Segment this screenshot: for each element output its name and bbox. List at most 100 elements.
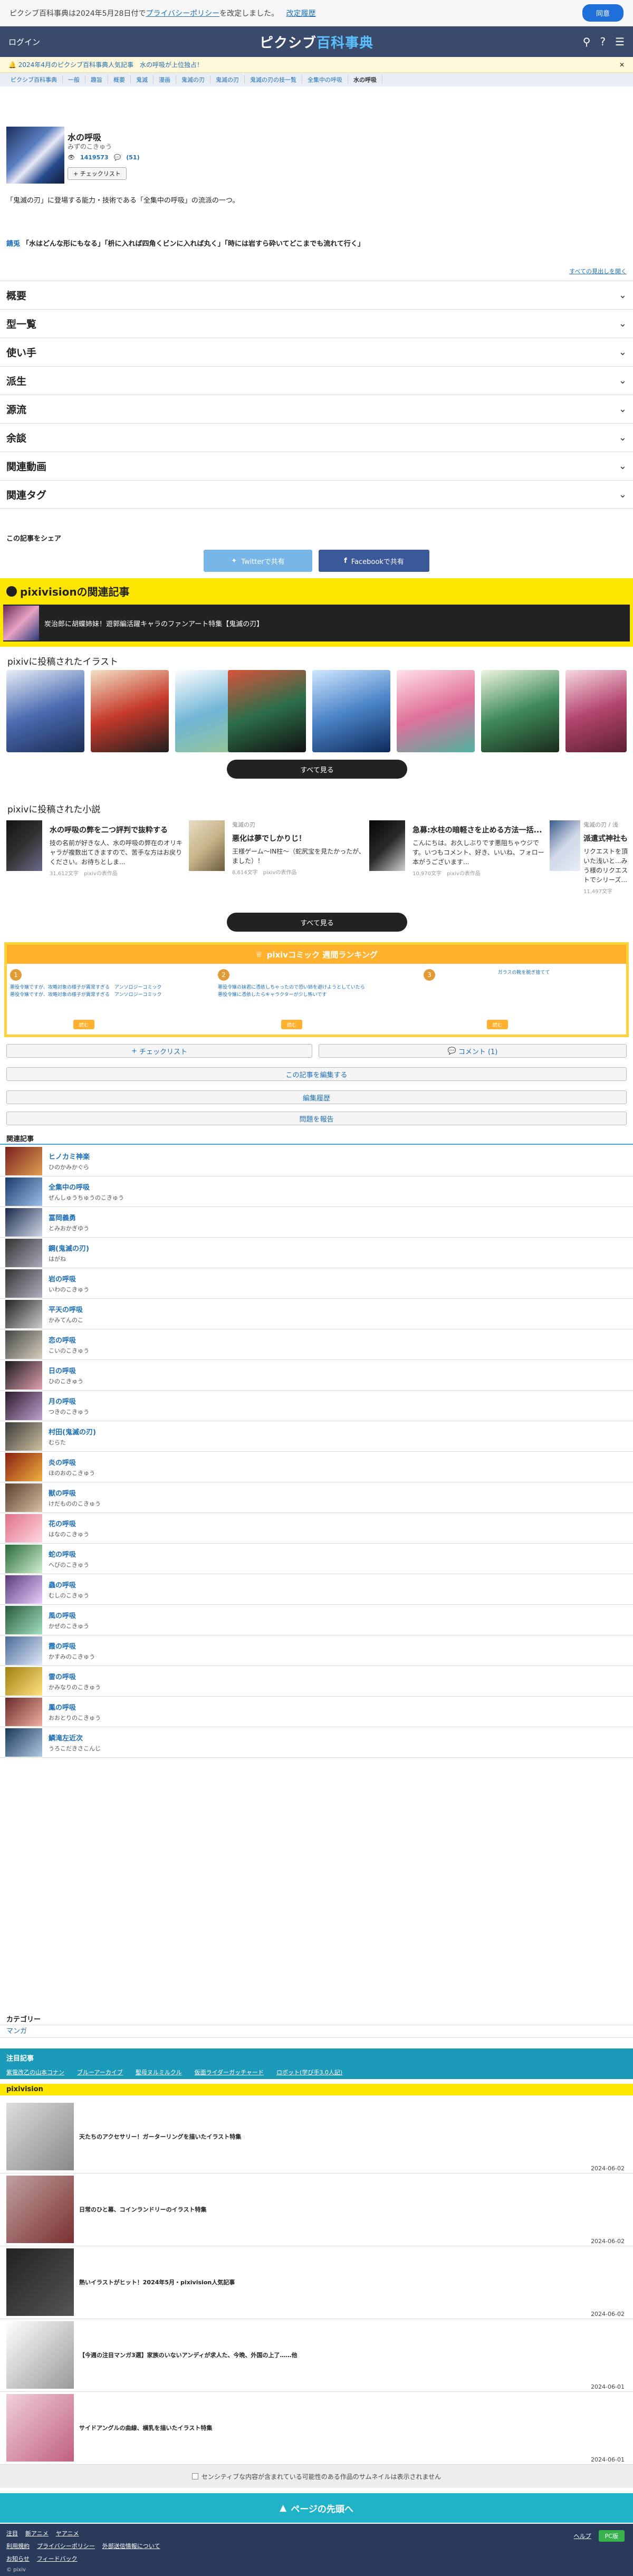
pixivision-title[interactable]: 熱いイラストがヒット！2024年5月・pixivision人気記事 bbox=[79, 2278, 235, 2286]
related-title[interactable]: 蟲の呼吸 bbox=[49, 1579, 89, 1589]
section-trivia[interactable]: 余談 ⌄ bbox=[0, 423, 633, 452]
related-item[interactable]: 霞の呼吸 かすみのこきゅう bbox=[0, 1635, 633, 1666]
illustration-thumb[interactable] bbox=[91, 670, 169, 752]
section-tags[interactable]: 関連タグ ⌄ bbox=[0, 480, 633, 509]
rank-title[interactable]: ガラスの靴を脱ぎ捨てて bbox=[476, 969, 571, 976]
related-title[interactable]: 冨岡義勇 bbox=[49, 1212, 89, 1222]
footer-link[interactable]: 外部送信情報について bbox=[102, 2542, 160, 2550]
pixivision-item[interactable]: 熱いイラストがヒット！2024年5月・pixivision人気記事 2024-06… bbox=[0, 2246, 633, 2319]
related-title[interactable]: 恋の呼吸 bbox=[49, 1335, 89, 1345]
help-link[interactable]: ヘルプ bbox=[574, 2532, 591, 2540]
read-button[interactable]: 読む bbox=[73, 1020, 94, 1029]
quote-speaker-link[interactable]: 錆兎 bbox=[6, 238, 20, 248]
breadcrumb-item[interactable]: 鬼滅の刃 bbox=[176, 75, 210, 84]
related-title[interactable]: 霞の呼吸 bbox=[49, 1641, 95, 1651]
novel-title[interactable]: 水の呼吸の弊を二つ評判で抜粋する bbox=[50, 825, 186, 835]
related-item[interactable]: 冨岡義勇 とみおかぎゆう bbox=[0, 1207, 633, 1238]
illustration-thumb[interactable] bbox=[312, 670, 390, 752]
trend-link[interactable]: 仮面ライダーガッチャード bbox=[195, 2068, 264, 2076]
novels-see-all-button[interactable]: すべて見る bbox=[227, 913, 407, 932]
article-thumbnail[interactable] bbox=[6, 127, 64, 184]
rank-title[interactable]: 悪役令嬢の妹君に憑依しちゃったので恐い姉を避けようとしていたら bbox=[218, 984, 371, 991]
related-title[interactable]: 鳳の呼吸 bbox=[49, 1702, 101, 1712]
related-item[interactable]: 恋の呼吸 こいのこきゅう bbox=[0, 1329, 633, 1360]
illustration-thumb[interactable] bbox=[228, 670, 306, 752]
breadcrumb-item[interactable]: 鬼滅の刃 bbox=[210, 75, 245, 84]
related-title[interactable]: 全集中の呼吸 bbox=[49, 1182, 124, 1192]
related-title[interactable]: 雷の呼吸 bbox=[49, 1671, 101, 1681]
breadcrumb-item[interactable]: 鬼滅の刃の技一覧 bbox=[245, 75, 302, 84]
related-item[interactable]: 雷の呼吸 かみなりのこきゅう bbox=[0, 1666, 633, 1697]
close-icon[interactable]: ✕ bbox=[619, 61, 625, 69]
expand-all-link[interactable]: すべての見出しを開く bbox=[569, 268, 627, 275]
ranking-item[interactable]: 1 悪役令嬢ですが、攻略対象の様子が異常すぎる アンソロジーコミック 悪役令嬢です… bbox=[10, 969, 168, 1032]
related-item[interactable]: 獣の呼吸 けだもののこきゅう bbox=[0, 1482, 633, 1513]
ranking-item[interactable]: 3 ガラスの靴を脱ぎ捨てて 読む bbox=[424, 969, 582, 1032]
novel-title[interactable]: 急募:水柱の暗軽さを止める方法一括... bbox=[413, 825, 549, 835]
menu-icon[interactable]: ☰ bbox=[615, 35, 625, 48]
related-item[interactable]: 風の呼吸 かぜのこきゅう bbox=[0, 1605, 633, 1635]
pixivision-title[interactable]: 天たちのアクセサリー！ガーターリングを描いたイラスト特集 bbox=[79, 2132, 241, 2141]
agree-button[interactable]: 同意 bbox=[582, 4, 624, 22]
related-title[interactable]: 鱗滝左近次 bbox=[49, 1732, 101, 1742]
related-item[interactable]: 月の呼吸 つきのこきゅう bbox=[0, 1391, 633, 1421]
illustration-thumb[interactable] bbox=[397, 670, 475, 752]
related-item[interactable]: 日の呼吸 ひのこきゅう bbox=[0, 1360, 633, 1391]
related-item[interactable]: 蛇の呼吸 へびのこきゅう bbox=[0, 1544, 633, 1574]
comment-button[interactable]: 💬 コメント (1) bbox=[319, 1044, 627, 1058]
novel-title[interactable]: 悪化は夢でしかりじ！ bbox=[232, 833, 368, 844]
read-button[interactable]: 読む bbox=[281, 1020, 302, 1029]
illustrations-see-all-button[interactable]: すべて見る bbox=[227, 760, 407, 779]
section-forms[interactable]: 型一覧 ⌄ bbox=[0, 309, 633, 338]
rank-title[interactable]: 悪役令嬢ですが、攻略対象の様子が異常すぎる アンソロジーコミック bbox=[10, 984, 163, 991]
related-item[interactable]: 炎の呼吸 ほのおのこきゅう bbox=[0, 1452, 633, 1482]
section-origin[interactable]: 源流 ⌄ bbox=[0, 395, 633, 423]
related-item[interactable]: 岩の呼吸 いわのこきゅう bbox=[0, 1268, 633, 1299]
privacy-policy-link[interactable]: プライバシーポリシー bbox=[146, 9, 219, 18]
help-icon[interactable]: ? bbox=[600, 35, 606, 48]
related-title[interactable]: 鋼(鬼滅の刃) bbox=[49, 1243, 89, 1253]
breadcrumb-item[interactable]: 趣旨 bbox=[85, 75, 108, 84]
related-item[interactable]: 鱗滝左近次 うろこだきさこんじ bbox=[0, 1727, 633, 1758]
pixivision-item[interactable]: 日常のひと幕、コインランドリーのイラスト特集 2024-06-02 bbox=[0, 2173, 633, 2246]
checklist-button[interactable]: + チェックリスト bbox=[68, 167, 127, 180]
related-title[interactable]: 炎の呼吸 bbox=[49, 1457, 95, 1467]
footer-link[interactable]: 利用規約 bbox=[6, 2542, 30, 2550]
pixivision-item[interactable]: 【今週の注目マンガ3選】家族のいないアンディが求人た、今晩、外国の上了……他 20… bbox=[0, 2319, 633, 2392]
related-item[interactable]: 平天の呼吸 かみてんのこ bbox=[0, 1299, 633, 1329]
related-item[interactable]: ヒノカミ神楽 ひのかみかぐら bbox=[0, 1146, 633, 1176]
edit-history-button[interactable]: 編集履歴 bbox=[6, 1090, 627, 1104]
illustration-thumb[interactable] bbox=[565, 670, 627, 752]
section-derived[interactable]: 派生 ⌄ bbox=[0, 366, 633, 395]
novel-item[interactable]: 水の呼吸の弊を二つ評判で抜粋する 技の名前が好きな人、水の呼吸の弊在のオリキャラ… bbox=[6, 820, 186, 894]
footer-link[interactable]: お知らせ bbox=[6, 2554, 30, 2563]
trend-link[interactable]: 聖母ヌルミルクル bbox=[136, 2068, 182, 2076]
revision-history-link[interactable]: 改定履歴 bbox=[286, 9, 316, 18]
read-button[interactable]: 読む bbox=[487, 1020, 508, 1029]
breadcrumb-item[interactable]: 鬼滅 bbox=[131, 75, 154, 84]
related-title[interactable]: 風の呼吸 bbox=[49, 1610, 89, 1620]
edit-article-button[interactable]: この記事を編集する bbox=[6, 1067, 627, 1081]
notice-bar[interactable]: 🔔 2024年4月のピクシブ百科事典人気記事 水の呼吸が上位独占！ ✕ bbox=[0, 57, 633, 73]
footer-link[interactable]: プライバシーポリシー bbox=[37, 2542, 95, 2550]
pixivision-banner[interactable]: 炭治郎に胡蝶姉妹！遊郭編活躍キャラのファンアート特集【鬼滅の刃】 bbox=[3, 605, 630, 641]
related-title[interactable]: ヒノカミ神楽 bbox=[49, 1151, 90, 1161]
breadcrumb-item[interactable]: 概要 bbox=[108, 75, 131, 84]
footer-link[interactable]: ヤアニメ bbox=[56, 2529, 79, 2537]
pixivision-title[interactable]: 日常のひと幕、コインランドリーのイラスト特集 bbox=[79, 2205, 206, 2214]
breadcrumb-item[interactable]: 漫画 bbox=[154, 75, 176, 84]
pixivision-item[interactable]: サイドアングルの曲線、横乳を描いたイラスト特集 2024-06-01 bbox=[0, 2392, 633, 2465]
twitter-share-button[interactable]: ✦ Twitterで共有 bbox=[204, 550, 312, 572]
related-title[interactable]: 獣の呼吸 bbox=[49, 1488, 101, 1498]
section-overview[interactable]: 概要 ⌄ bbox=[0, 281, 633, 309]
related-item[interactable]: 村田(鬼滅の刃) むらた bbox=[0, 1421, 633, 1452]
footer-link[interactable]: 注目 bbox=[6, 2529, 18, 2537]
trend-link[interactable]: ロボット(学び手3.0人記) bbox=[276, 2068, 342, 2076]
trend-link[interactable]: ブルーアーカイブ bbox=[77, 2068, 123, 2076]
search-icon[interactable]: ⚲ bbox=[583, 35, 591, 48]
pixivision-title[interactable]: サイドアングルの曲線、横乳を描いたイラスト特集 bbox=[79, 2424, 212, 2432]
novel-item[interactable]: 鬼滅の刃 / 浅 派遣式神社も リクエストを頂いた浅いと...みう様のリクエスト… bbox=[550, 820, 629, 895]
illustration-thumb[interactable] bbox=[6, 670, 84, 752]
pc-version-button[interactable]: PC版 bbox=[598, 2530, 625, 2542]
related-title[interactable]: 日の呼吸 bbox=[49, 1365, 83, 1375]
